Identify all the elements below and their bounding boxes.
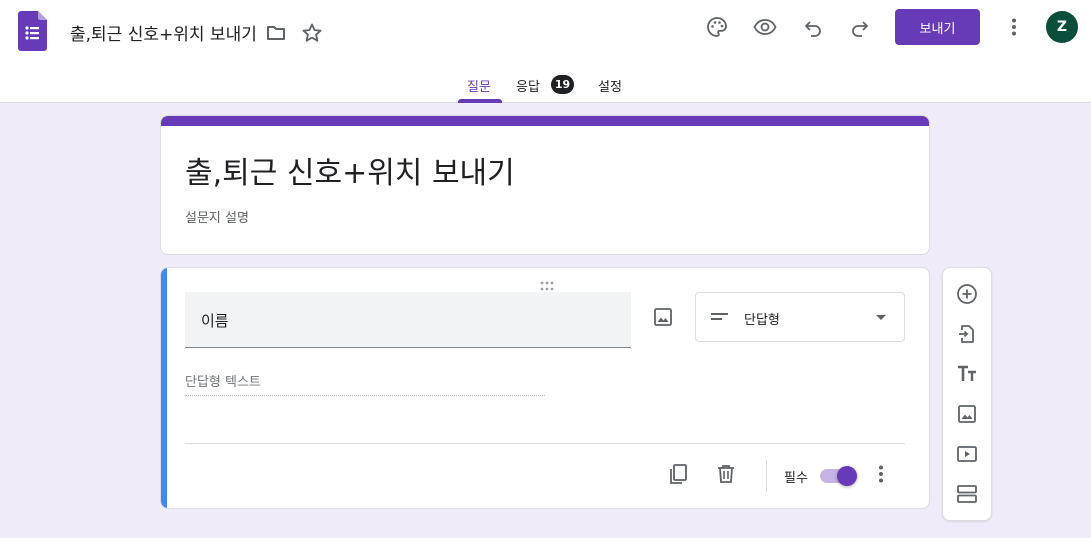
question-type-label: 단답형 — [744, 313, 780, 328]
responses-count-badge: 19 — [551, 75, 574, 94]
star-icon[interactable] — [300, 21, 324, 45]
form-description-field[interactable]: 설문지 설명 — [185, 207, 249, 226]
undo-icon[interactable] — [801, 15, 825, 39]
palette-icon[interactable] — [705, 15, 729, 39]
theme-stripe — [161, 116, 929, 126]
preview-icon[interactable] — [753, 15, 777, 39]
redo-icon[interactable] — [848, 15, 872, 39]
card-footer-divider — [185, 443, 905, 444]
active-tab-indicator — [458, 99, 502, 103]
short-answer-type-icon — [709, 306, 731, 328]
form-header-card[interactable]: 출,퇴근 신호+위치 보내기 설문지 설명 — [160, 115, 930, 255]
required-toggle-knob[interactable] — [837, 466, 857, 486]
short-answer-preview: 단답형 텍스트 — [185, 371, 545, 396]
add-video-icon[interactable] — [955, 442, 979, 466]
tab-questions[interactable]: 질문 — [467, 76, 491, 95]
top-bar: 출,퇴근 신호+위치 보내기 보내기 Z 질문 응답 19 설정 — [0, 0, 1091, 103]
dropdown-arrow-icon — [870, 306, 892, 328]
add-image-icon[interactable] — [651, 305, 675, 329]
add-section-icon[interactable] — [955, 482, 979, 506]
document-title[interactable]: 출,퇴근 신호+위치 보내기 — [70, 20, 257, 45]
question-title-input[interactable]: 이름 — [185, 292, 631, 348]
question-title-text: 이름 — [201, 312, 229, 330]
question-more-icon[interactable] — [869, 462, 893, 486]
footer-vertical-divider — [766, 460, 767, 492]
delete-icon[interactable] — [714, 462, 738, 486]
tab-settings[interactable]: 설정 — [598, 76, 622, 95]
forms-app-icon[interactable] — [18, 11, 47, 51]
send-button[interactable]: 보내기 — [895, 9, 980, 45]
question-card[interactable]: 이름 단답형 단답형 텍스트 필수 — [160, 267, 930, 509]
active-card-indicator — [161, 268, 167, 508]
add-question-icon[interactable] — [955, 282, 979, 306]
required-label: 필수 — [784, 471, 808, 486]
add-title-icon[interactable] — [955, 362, 979, 386]
avatar[interactable]: Z — [1046, 11, 1078, 43]
duplicate-icon[interactable] — [666, 462, 690, 486]
side-toolbar — [942, 267, 992, 521]
more-vert-icon[interactable] — [1002, 15, 1026, 39]
question-type-dropdown[interactable]: 단답형 — [695, 292, 905, 342]
folder-icon[interactable] — [264, 21, 288, 45]
tab-responses[interactable]: 응답 — [516, 76, 540, 95]
import-questions-icon[interactable] — [955, 322, 979, 346]
add-image-toolbar-icon[interactable] — [955, 402, 979, 426]
form-title[interactable]: 출,퇴근 신호+위치 보내기 — [185, 148, 515, 192]
